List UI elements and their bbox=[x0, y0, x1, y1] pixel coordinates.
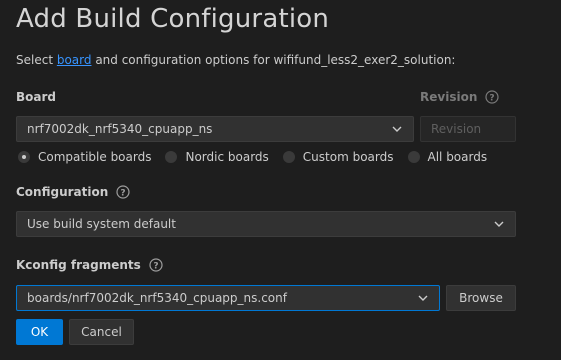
dialog-subtitle: Select board and configuration options f… bbox=[16, 53, 455, 67]
configuration-label-text: Configuration bbox=[16, 185, 109, 199]
dialog-title: Add Build Configuration bbox=[16, 4, 330, 34]
subtitle-prefix: Select bbox=[16, 53, 57, 67]
radio-label: Custom boards bbox=[302, 150, 394, 164]
help-circle-icon[interactable]: ? bbox=[116, 185, 130, 199]
kconfig-label-text: Kconfig fragments bbox=[16, 258, 141, 272]
radio-indicator[interactable] bbox=[165, 151, 178, 163]
radio-indicator[interactable] bbox=[18, 151, 30, 163]
radio-label: Nordic boards bbox=[185, 150, 269, 164]
board-label: Board bbox=[16, 90, 56, 104]
radio-label: All boards bbox=[427, 150, 488, 164]
configuration-label: Configuration ? bbox=[16, 185, 130, 199]
radio-indicator[interactable] bbox=[407, 151, 420, 163]
revision-label: Revision ? bbox=[420, 90, 499, 104]
svg-text:?: ? bbox=[490, 94, 495, 104]
kconfig-label: Kconfig fragments ? bbox=[16, 258, 163, 272]
radio-all-boards[interactable]: All boards bbox=[407, 150, 488, 164]
help-circle-icon[interactable]: ? bbox=[485, 90, 499, 104]
board-select-value: nrf7002dk_nrf5340_cpuapp_ns bbox=[27, 122, 213, 136]
board-link[interactable]: board bbox=[57, 53, 92, 67]
add-build-configuration-dialog: Add Build Configuration Select board and… bbox=[0, 0, 561, 360]
board-select[interactable]: nrf7002dk_nrf5340_cpuapp_ns bbox=[16, 116, 414, 142]
cancel-button[interactable]: Cancel bbox=[69, 319, 134, 345]
ok-button[interactable]: OK bbox=[16, 319, 63, 345]
svg-text:?: ? bbox=[153, 262, 158, 272]
board-label-text: Board bbox=[16, 90, 56, 104]
chevron-down-icon bbox=[417, 292, 429, 304]
help-circle-icon[interactable]: ? bbox=[149, 258, 163, 272]
radio-indicator[interactable] bbox=[282, 151, 295, 163]
configuration-select-value: Use build system default bbox=[27, 217, 176, 231]
chevron-down-icon bbox=[391, 123, 403, 135]
board-filter-radios: Compatible boards Nordic boards Custom b… bbox=[18, 150, 501, 164]
chevron-down-icon bbox=[493, 218, 505, 230]
radio-label: Compatible boards bbox=[38, 150, 152, 164]
kconfig-select[interactable]: boards/nrf7002dk_nrf5340_cpuapp_ns.conf bbox=[16, 285, 440, 311]
kconfig-select-value: boards/nrf7002dk_nrf5340_cpuapp_ns.conf bbox=[27, 291, 287, 305]
browse-button[interactable]: Browse bbox=[446, 285, 516, 311]
revision-placeholder: Revision bbox=[431, 122, 482, 136]
radio-compatible-boards[interactable]: Compatible boards bbox=[18, 150, 151, 164]
radio-nordic-boards[interactable]: Nordic boards bbox=[165, 150, 269, 164]
configuration-select[interactable]: Use build system default bbox=[16, 211, 516, 237]
revision-label-text: Revision bbox=[420, 90, 478, 104]
revision-input: Revision bbox=[420, 116, 516, 142]
subtitle-suffix: and configuration options for wififund_l… bbox=[91, 53, 456, 67]
svg-text:?: ? bbox=[121, 189, 126, 199]
radio-custom-boards[interactable]: Custom boards bbox=[282, 150, 394, 164]
